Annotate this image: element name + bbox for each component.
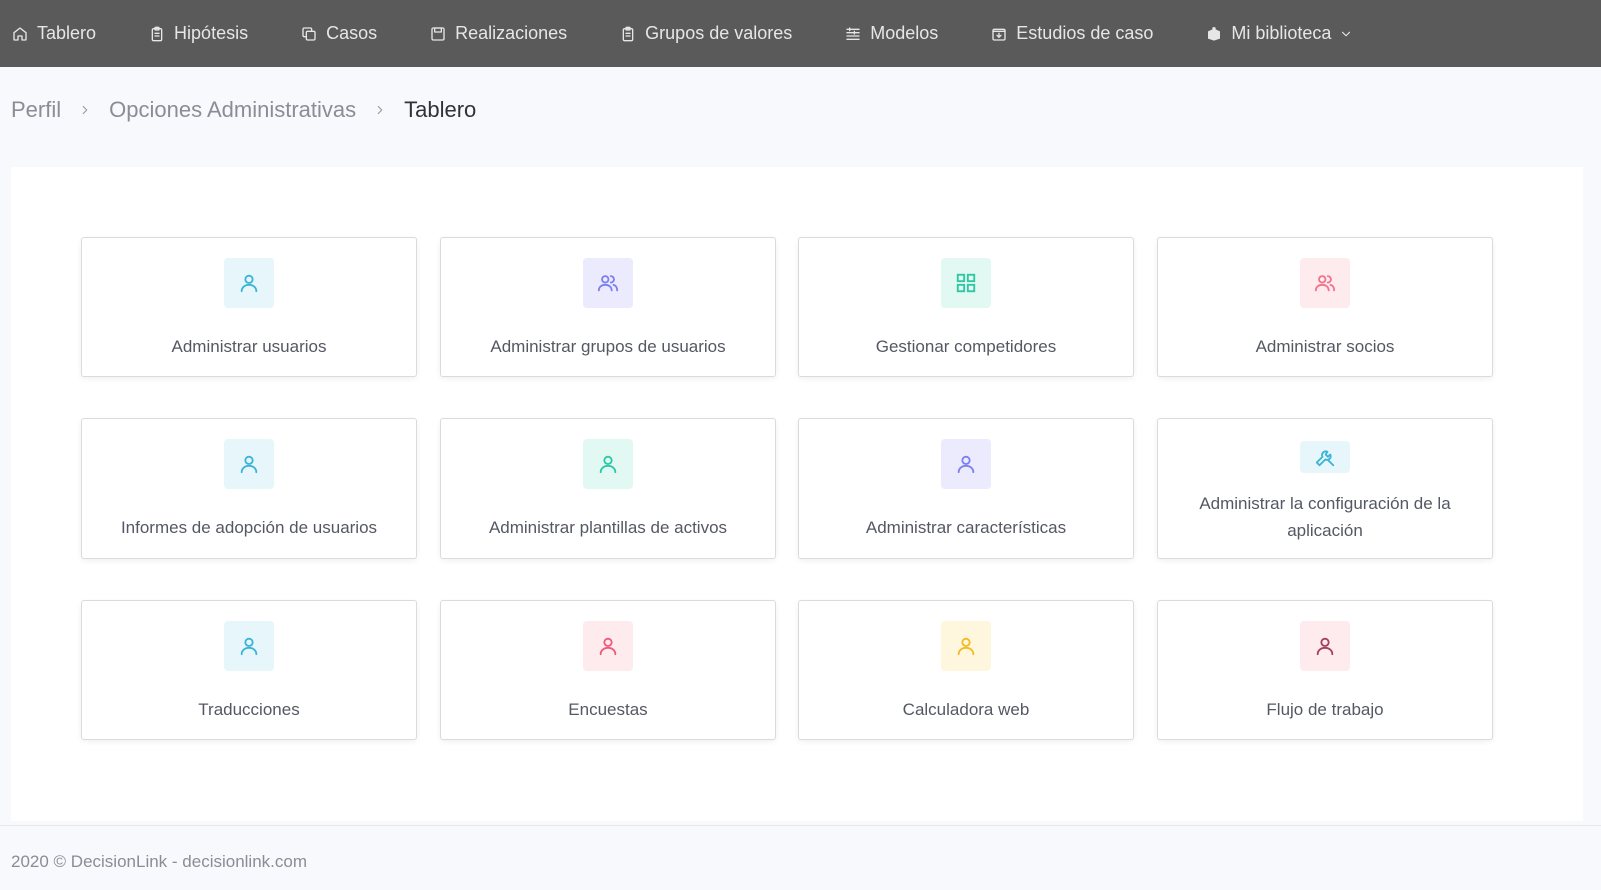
tile-icon-box [1300,258,1350,308]
nav-item-hipotesis[interactable]: Hipótesis [149,23,248,44]
tile-label: Traducciones [198,700,300,719]
nav-item-casos[interactable]: Casos [301,23,377,44]
save-icon [430,26,446,42]
grid-icon [955,272,977,294]
tile-label: Administrar la configuración de la aplic… [1199,494,1451,540]
nav-item-estudios-de-caso[interactable]: Estudios de caso [991,23,1153,44]
breadcrumb-current: Tablero [404,97,477,122]
list-icon [845,26,861,42]
nav-label: Modelos [870,23,939,43]
tile-encuestas[interactable]: Encuestas [440,600,776,740]
nav-item-tablero[interactable]: Tablero [12,23,96,44]
user-icon [1314,635,1336,657]
home-icon [12,26,28,42]
user-icon [955,453,977,475]
nav-item-realizaciones[interactable]: Realizaciones [430,23,567,44]
tile-icon-box [941,258,991,308]
nav-label: Grupos de valores [645,23,793,43]
tile-icon-box [941,621,991,671]
tile-label: Administrar plantillas de activos [488,518,728,537]
nav-label: Hipótesis [174,23,249,43]
tile-label: Informes de adopción de usuarios [120,518,378,537]
tile-icon-box [583,621,633,671]
tile-label: Administrar socios [1255,337,1395,356]
user-icon [597,453,619,475]
tile-label: Flujo de trabajo [1266,700,1384,719]
clipboard-icon [620,26,636,42]
tool-icon [1314,446,1336,468]
tile-calculadora-web[interactable]: Calculadora web [798,600,1134,740]
top-navigation: Tablero Hipótesis Casos Realizaciones Gr… [0,0,1601,67]
breadcrumb: Perfil Opciones Administrativas Tablero [11,97,476,123]
nav-item-modelos[interactable]: Modelos [845,23,938,44]
nav-label: Realizaciones [455,23,568,43]
tile-label: Encuestas [568,700,648,719]
tile-icon-box [583,439,633,489]
tile-administrar-caracteristicas[interactable]: Administrar características [798,418,1134,559]
nav-item-grupos-de-valores[interactable]: Grupos de valores [620,23,792,44]
folder-icon [991,26,1007,42]
tile-icon-box [1300,441,1350,473]
tile-flujo-de-trabajo[interactable]: Flujo de trabajo [1157,600,1493,740]
breadcrumb-perfil[interactable]: Perfil [11,97,61,123]
tile-icon-box [1300,621,1350,671]
tile-icon-box [224,258,274,308]
tile-administrar-grupos-de-usuarios[interactable]: Administrar grupos de usuarios [440,237,776,377]
footer-divider [0,825,1601,826]
nav-label: Mi biblioteca [1231,23,1332,43]
tile-icon-box [224,439,274,489]
tile-label: Gestionar competidores [875,337,1057,356]
tile-label: Calculadora web [902,700,1030,719]
nav-label: Casos [326,23,378,43]
copy-icon [301,26,317,42]
tile-label: Administrar grupos de usuarios [490,337,726,356]
user-icon [238,635,260,657]
user-icon [238,272,260,294]
tile-label: Administrar características [865,518,1067,537]
tile-gestionar-competidores[interactable]: Gestionar competidores [798,237,1134,377]
book-icon [1206,26,1222,42]
user-icon [955,635,977,657]
admin-options-panel: Administrar usuarios Administrar grupos … [11,167,1583,821]
tile-administrar-socios[interactable]: Administrar socios [1157,237,1493,377]
nav-label: Tablero [37,23,97,43]
nav-label: Estudios de caso [1016,23,1154,43]
chevron-right-icon [373,103,387,117]
clipboard-icon [149,26,165,42]
breadcrumb-opciones-administrativas[interactable]: Opciones Administrativas [109,97,356,123]
user-icon [597,635,619,657]
chevron-down-icon [1339,27,1353,41]
tile-label: Administrar usuarios [171,337,327,356]
tile-icon-box [583,258,633,308]
nav-item-mi-biblioteca[interactable]: Mi biblioteca [1206,23,1353,44]
tile-icon-box [941,439,991,489]
footer-copyright: 2020 © DecisionLink - decisionlink.com [11,852,307,871]
users-icon [1314,272,1336,294]
tile-administrar-plantillas-de-activos[interactable]: Administrar plantillas de activos [440,418,776,559]
chevron-right-icon [78,103,92,117]
user-icon [238,453,260,475]
tile-traducciones[interactable]: Traducciones [81,600,417,740]
tile-administrar-usuarios[interactable]: Administrar usuarios [81,237,417,377]
tile-informes-de-adopcion[interactable]: Informes de adopción de usuarios [81,418,417,559]
tile-administrar-configuracion[interactable]: Administrar la configuración de la aplic… [1157,418,1493,559]
users-icon [597,272,619,294]
tile-icon-box [224,621,274,671]
